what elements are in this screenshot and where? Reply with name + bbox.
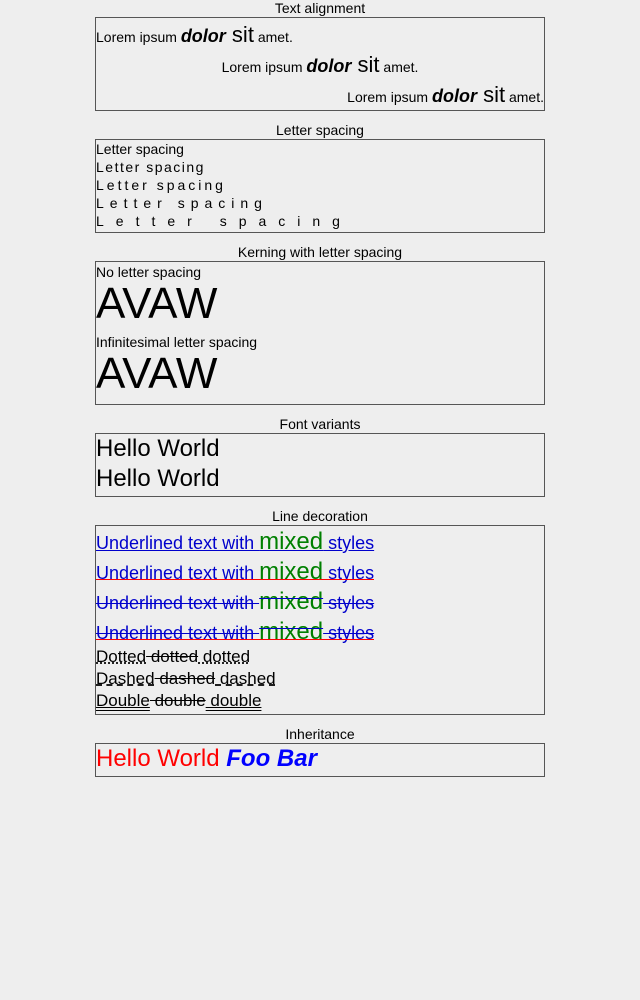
align-bold-text: dolor xyxy=(306,56,352,76)
text-alignment-title: Text alignment xyxy=(274,0,366,16)
decoration-segment: styles xyxy=(323,563,375,583)
align-text: Lorem ipsum xyxy=(221,59,307,75)
align-text: amet. xyxy=(253,29,293,45)
kerning-sample: AVAW xyxy=(96,279,218,328)
font-variants-box: Hello World Hello World xyxy=(95,433,545,497)
decoration-segment: Underlined text with xyxy=(96,593,260,613)
font-variants-title: Font variants xyxy=(279,416,361,432)
letter-spacing-row: Letter spacing xyxy=(96,195,268,211)
kerning-label: Infinitesimal letter spacing xyxy=(96,334,258,350)
kerning-title: Kerning with letter spacing xyxy=(237,244,403,260)
decoration-row: Underlined text with mixed styles xyxy=(96,620,544,644)
decoration-text: Underlined text with mixed styles xyxy=(96,590,375,614)
text-alignment-box: Lorem ipsum dolor sit amet. Lorem ipsum … xyxy=(95,17,545,111)
letter-spacing-row: Letter spacing xyxy=(96,159,205,175)
inherited-red-text: Hello World xyxy=(96,745,227,772)
double-strike-text: double xyxy=(149,691,206,710)
letter-spacing-row: Letter spacing xyxy=(96,213,352,229)
decoration-text: Underlined text with mixed styles xyxy=(96,530,375,554)
decoration-row: Underlined text with mixed styles xyxy=(96,530,544,554)
letter-spacing-title: Letter spacing xyxy=(276,122,364,138)
align-large-text: sit xyxy=(476,82,506,107)
kerning-sample: AVAW xyxy=(96,349,218,398)
dashed-strike-text: dashed xyxy=(154,669,216,688)
align-large-text: sit xyxy=(351,52,380,77)
kerning-label: No letter spacing xyxy=(96,264,202,280)
letter-spacing-row: Letter spacing xyxy=(96,177,226,193)
double-text: Double xyxy=(96,691,150,710)
inherited-blue-text: Foo Bar xyxy=(226,745,317,772)
decoration-mixed-segment: mixed xyxy=(259,588,324,615)
kerning-box: No letter spacing AVAW Infinitesimal let… xyxy=(95,261,545,405)
decoration-row: Underlined text with mixed styles xyxy=(96,560,544,584)
inheritance-box: Hello World Foo Bar xyxy=(95,743,545,777)
dashed-text: Dashed xyxy=(96,669,155,688)
align-bold-text: dolor xyxy=(431,86,477,106)
align-right-row: Lorem ipsum dolor sit amet. xyxy=(96,82,544,108)
align-large-text: sit xyxy=(225,22,254,47)
align-left-row: Lorem ipsum dolor sit amet. xyxy=(96,22,544,48)
decoration-segment: Underlined text with xyxy=(96,533,260,553)
inheritance-title: Inheritance xyxy=(285,726,355,742)
decoration-row: Underlined text with mixed styles xyxy=(96,590,544,614)
decoration-text: Underlined text with mixed styles xyxy=(96,560,375,584)
decoration-segment: styles xyxy=(323,623,375,643)
dotted-row: Dotted dotted dotted xyxy=(96,646,544,668)
align-text: Lorem ipsum xyxy=(96,29,181,45)
dotted-strike-text: dotted xyxy=(146,647,199,666)
dashed-row: Dashed dashed dashed xyxy=(96,668,544,690)
line-decoration-title: Line decoration xyxy=(272,508,368,524)
double-text: double xyxy=(205,691,262,710)
decoration-mixed-segment: mixed xyxy=(259,618,324,645)
align-text: amet. xyxy=(379,59,419,75)
align-text: amet. xyxy=(505,89,544,105)
letter-spacing-row: Letter spacing xyxy=(96,141,184,157)
line-decoration-box: Underlined text with mixed styles Underl… xyxy=(95,525,545,715)
decoration-mixed-segment: mixed xyxy=(259,558,324,585)
font-variant-row: Hello World xyxy=(96,435,220,462)
decoration-mixed-segment: mixed xyxy=(259,528,324,555)
align-text: Lorem ipsum xyxy=(347,89,432,105)
dotted-text: Dotted xyxy=(96,647,147,666)
dashed-text: dashed xyxy=(215,669,276,688)
align-bold-text: dolor xyxy=(180,26,226,46)
inheritance-row: Hello World Foo Bar xyxy=(96,744,544,774)
decoration-segment: Underlined text with xyxy=(96,563,260,583)
double-row: Double double double xyxy=(96,690,544,712)
font-variant-row: Hello World xyxy=(96,465,220,492)
decoration-text: Underlined text with mixed styles xyxy=(96,620,375,644)
page: Text alignment Lorem ipsum dolor sit ame… xyxy=(0,0,640,1000)
letter-spacing-box: Letter spacing Letter spacing Letter spa… xyxy=(95,139,545,233)
decoration-segment: styles xyxy=(323,593,375,613)
decoration-segment: Underlined text with xyxy=(96,623,260,643)
decoration-segment: styles xyxy=(323,533,375,553)
align-center-row: Lorem ipsum dolor sit amet. xyxy=(96,52,544,78)
dotted-text: dotted xyxy=(198,647,251,666)
